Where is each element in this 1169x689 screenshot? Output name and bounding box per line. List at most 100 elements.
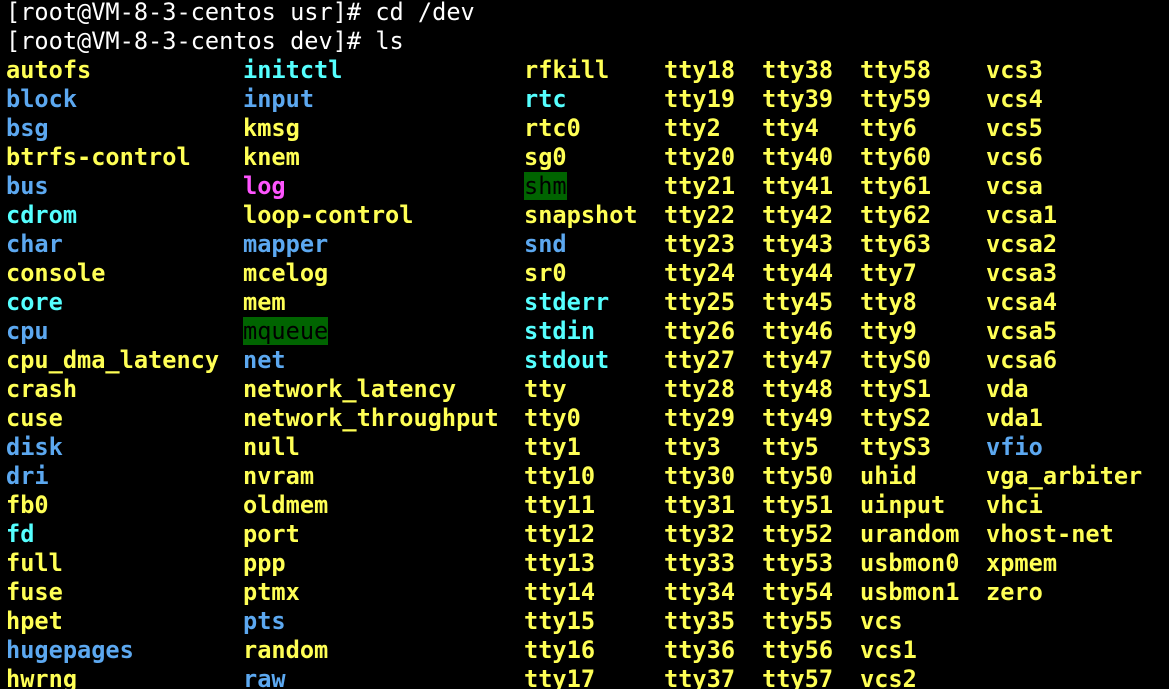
ls-entry-vcsa1: vcsa1 <box>986 201 1142 230</box>
ls-entry-name: xpmem <box>986 549 1058 577</box>
ls-entry-vcsa3: vcsa3 <box>986 259 1142 288</box>
ls-entry-name: vhci <box>986 491 1043 519</box>
ls-entry-name: initctl <box>243 56 343 84</box>
ls-entry-ttyS1: ttyS1 <box>860 375 959 404</box>
ls-entry-vhost-net: vhost-net <box>986 520 1142 549</box>
ls-entry-name: tty32 <box>664 520 736 548</box>
ls-entry-tty13: tty13 <box>524 549 638 578</box>
ls-entry-vcs6: vcs6 <box>986 143 1142 172</box>
ls-entry-name: tty30 <box>664 462 736 490</box>
ls-entry-tty34: tty34 <box>664 578 735 607</box>
ls-entry-tty31: tty31 <box>664 491 735 520</box>
ls-entry-name: tty26 <box>664 317 736 345</box>
ls-entry-tty26: tty26 <box>664 317 735 346</box>
ls-entry-name: uhid <box>860 462 917 490</box>
ls-entry-name: tty0 <box>524 404 581 432</box>
ls-entry-name: tty40 <box>762 143 834 171</box>
ls-entry-tty12: tty12 <box>524 520 638 549</box>
ls-entry-name: dri <box>6 462 49 490</box>
ls-entry-rfkill: rfkill <box>524 56 638 85</box>
ls-entry-name: shm <box>524 172 567 200</box>
ls-entry-name: tty61 <box>860 172 932 200</box>
ls-entry-name: tty21 <box>664 172 736 200</box>
ls-entry-name: vcs <box>860 607 903 635</box>
ls-entry-name: tty5 <box>762 433 819 461</box>
ls-entry-network_throughput: network_throughput <box>243 404 499 433</box>
ls-entry-log: log <box>243 172 499 201</box>
ls-entry-tty2: tty2 <box>664 114 735 143</box>
ls-entry-vcsa: vcsa <box>986 172 1142 201</box>
ls-entry-stdin: stdin <box>524 317 638 346</box>
ls-entry-xpmem: xpmem <box>986 549 1142 578</box>
ls-entry-vcsa5: vcsa5 <box>986 317 1142 346</box>
ls-entry-name: tty3 <box>664 433 721 461</box>
ls-entry-tty42: tty42 <box>762 201 833 230</box>
ls-entry-name: tty16 <box>524 636 596 664</box>
ls-entry-ppp: ppp <box>243 549 499 578</box>
ls-entry-tty45: tty45 <box>762 288 833 317</box>
ls-entry-input: input <box>243 85 499 114</box>
ls-entry-name: stdout <box>524 346 610 374</box>
ls-entry-tty59: tty59 <box>860 85 959 114</box>
ls-entry-name: tty13 <box>524 549 596 577</box>
ls-entry-tty55: tty55 <box>762 607 833 636</box>
ls-entry-name: tty17 <box>524 665 596 689</box>
ls-entry-tty30: tty30 <box>664 462 735 491</box>
ls-entry-name: tty33 <box>664 549 736 577</box>
ls-entry-null: null <box>243 433 499 462</box>
ls-entry-initctl: initctl <box>243 56 499 85</box>
ls-entry-name: stderr <box>524 288 610 316</box>
ls-entry-name: vcsa2 <box>986 230 1058 258</box>
ls-entry-name: tty24 <box>664 259 736 287</box>
ls-entry-stdout: stdout <box>524 346 638 375</box>
ls-entry-name: cpu_dma_latency <box>6 346 220 374</box>
ls-entry-sr0: sr0 <box>524 259 638 288</box>
ls-entry-dri: dri <box>6 462 219 491</box>
ls-entry-rtc: rtc <box>524 85 638 114</box>
ls-entry-name: cuse <box>6 404 63 432</box>
ls-entry-tty50: tty50 <box>762 462 833 491</box>
ls-entry-char: char <box>6 230 219 259</box>
ls-entry-name: bus <box>6 172 49 200</box>
ls-entry-name: network_latency <box>243 375 457 403</box>
ls-entry-ttyS3: ttyS3 <box>860 433 959 462</box>
ls-entry-name: tty4 <box>762 114 819 142</box>
terminal-window[interactable]: [root@VM-8-3-centos usr]# cd /dev [root@… <box>0 0 1169 689</box>
ls-entry-vcs3: vcs3 <box>986 56 1142 85</box>
ls-entry-name: vcsa <box>986 172 1043 200</box>
ls-entry-tty11: tty11 <box>524 491 638 520</box>
ls-entry-tty63: tty63 <box>860 230 959 259</box>
ls-entry-name: vcs2 <box>860 665 917 689</box>
ls-entry-tty36: tty36 <box>664 636 735 665</box>
ls-entry-mqueue: mqueue <box>243 317 499 346</box>
ls-entry-snapshot: snapshot <box>524 201 638 230</box>
ls-entry-btrfs-control: btrfs-control <box>6 143 219 172</box>
ls-entry-snd: snd <box>524 230 638 259</box>
ls-column-1: autofs block bsg btrfs-control bus cdrom char c… <box>6 56 219 689</box>
ls-entry-fd: fd <box>6 520 219 549</box>
ls-entry-rtc0: rtc0 <box>524 114 638 143</box>
ls-entry-tty29: tty29 <box>664 404 735 433</box>
ls-entry-name: vcs4 <box>986 85 1043 113</box>
ls-entry-tty16: tty16 <box>524 636 638 665</box>
ls-entry-name: rtc <box>524 85 567 113</box>
ls-entry-name: vfio <box>986 433 1043 461</box>
ls-entry-name: tty6 <box>860 114 917 142</box>
ls-entry-vfio: vfio <box>986 433 1142 462</box>
ls-entry-core: core <box>6 288 219 317</box>
ls-entry-tty53: tty53 <box>762 549 833 578</box>
ls-entry-name: tty25 <box>664 288 736 316</box>
ls-entry-tty40: tty40 <box>762 143 833 172</box>
ls-entry-tty25: tty25 <box>664 288 735 317</box>
ls-entry-tty10: tty10 <box>524 462 638 491</box>
ls-entry-name: fb0 <box>6 491 49 519</box>
ls-entry-tty54: tty54 <box>762 578 833 607</box>
ls-entry-vcsa4: vcsa4 <box>986 288 1142 317</box>
ls-entry-name: mqueue <box>243 317 329 345</box>
prompt-line-cd: [root@VM-8-3-centos usr]# cd /dev <box>6 0 475 26</box>
ls-entry-name: tty42 <box>762 201 834 229</box>
ls-entry-name: vcs5 <box>986 114 1043 142</box>
ls-entry-name: hugepages <box>6 636 134 664</box>
ls-entry-uhid: uhid <box>860 462 959 491</box>
ls-entry-name: vcsa6 <box>986 346 1058 374</box>
